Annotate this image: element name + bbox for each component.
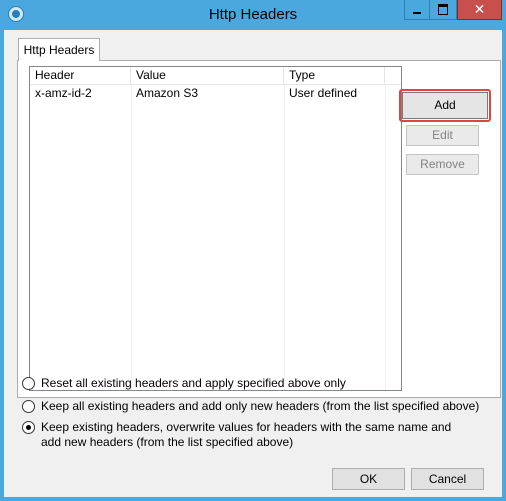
grid-line (131, 85, 132, 390)
radio-reset-headers[interactable] (22, 377, 35, 390)
http-headers-window: Http Headers ✕ Http Headers Header Value… (0, 0, 506, 501)
table-row[interactable]: x-amz-id-2 Amazon S3 User defined (30, 85, 401, 102)
ok-button[interactable]: OK (332, 468, 405, 490)
maximize-icon (438, 4, 448, 15)
cell-value: Amazon S3 (136, 86, 199, 100)
radio-keep-add-new[interactable] (22, 400, 35, 413)
option-reset-headers[interactable]: Reset all existing headers and apply spe… (22, 376, 346, 391)
grid-line (284, 85, 285, 390)
option-keep-overwrite[interactable]: Keep existing headers, overwrite values … (22, 420, 472, 450)
cell-type: User defined (289, 86, 358, 100)
grid-line (385, 85, 386, 390)
list-header: Header Value Type (30, 67, 401, 85)
minimize-button[interactable] (404, 0, 430, 20)
column-header-type[interactable]: Type (284, 67, 385, 84)
dialog-client-area: Http Headers Header Value Type x-amz-id-… (4, 30, 502, 497)
option-keep-overwrite-label: Keep existing headers, overwrite values … (41, 420, 452, 449)
remove-button[interactable]: Remove (406, 154, 479, 175)
column-header-header[interactable]: Header (30, 67, 131, 84)
option-keep-add-new[interactable]: Keep all existing headers and add only n… (22, 399, 479, 414)
option-reset-label: Reset all existing headers and apply spe… (41, 376, 346, 390)
tab-http-headers[interactable]: Http Headers (18, 38, 100, 61)
cell-header: x-amz-id-2 (35, 86, 92, 100)
close-icon: ✕ (473, 1, 486, 18)
edit-button[interactable]: Edit (406, 125, 479, 146)
radio-keep-overwrite[interactable] (22, 421, 35, 434)
add-button[interactable]: Add (402, 92, 488, 119)
column-header-value[interactable]: Value (131, 67, 284, 84)
minimize-icon (413, 11, 421, 14)
maximize-button[interactable] (430, 0, 457, 20)
option-keep-add-new-label: Keep all existing headers and add only n… (41, 399, 480, 413)
title-bar[interactable]: Http Headers ✕ (0, 0, 506, 30)
close-button[interactable]: ✕ (457, 0, 502, 20)
column-header-filler (385, 67, 401, 84)
cancel-button[interactable]: Cancel (411, 468, 484, 490)
headers-list[interactable]: Header Value Type x-amz-id-2 Amazon S3 U… (29, 66, 402, 391)
